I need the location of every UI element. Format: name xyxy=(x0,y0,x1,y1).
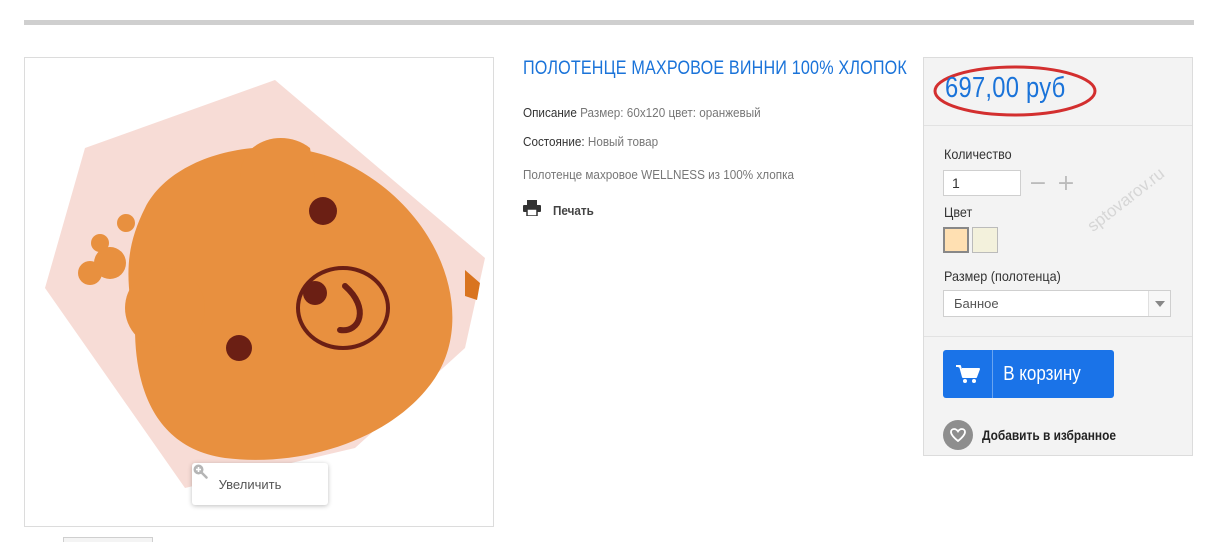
size-label: Размер (полотенца) xyxy=(944,268,1061,284)
zoom-button[interactable]: Увеличить xyxy=(192,463,328,505)
add-to-cart-label: В корзину xyxy=(1003,362,1081,385)
condition-label: Состояние: xyxy=(523,134,585,149)
quantity-input[interactable] xyxy=(943,170,1021,196)
quantity-label: Количество xyxy=(944,146,1012,162)
condition-line: Состояние: Новый товар xyxy=(523,134,658,149)
size-select[interactable]: Банное xyxy=(943,290,1171,317)
size-selected-value: Банное xyxy=(954,296,999,311)
color-label: Цвет xyxy=(944,204,973,220)
zoom-in-icon xyxy=(193,464,301,492)
product-image xyxy=(45,80,485,488)
heart-icon xyxy=(943,420,973,450)
add-to-wishlist-label: Добавить в избранное xyxy=(982,427,1117,443)
add-to-cart-button[interactable]: В корзину xyxy=(943,350,1114,398)
price: 697,00 руб xyxy=(945,72,1066,104)
chevron-down-icon xyxy=(1148,291,1170,316)
product-image-box[interactable]: Увеличить xyxy=(24,57,494,527)
description-value: Размер: 60х120 цвет: оранжевый xyxy=(576,105,761,120)
printer-icon xyxy=(523,200,541,221)
print-link[interactable]: Печать xyxy=(523,200,598,221)
add-to-wishlist-link[interactable]: Добавить в избранное xyxy=(943,420,1140,450)
cart-icon xyxy=(943,350,993,398)
thumbnail[interactable] xyxy=(63,537,153,542)
short-description: Полотенце махровое WELLNESS из 100% хлоп… xyxy=(523,167,794,182)
quantity-plus-button[interactable]: + xyxy=(1053,170,1079,196)
description-line: Описание Размер: 60х120 цвет: оранжевый xyxy=(523,105,761,120)
zoom-label: Увеличить xyxy=(218,476,282,492)
buy-panel: 697,00 руб Количество − + Цвет Размер (п… xyxy=(923,57,1193,456)
top-divider xyxy=(24,20,1194,25)
description-label: Описание xyxy=(523,105,577,120)
quantity-minus-button[interactable]: − xyxy=(1025,170,1051,196)
panel-divider xyxy=(924,336,1192,337)
color-swatch-orange[interactable] xyxy=(943,227,969,253)
color-swatch-cream[interactable] xyxy=(972,227,998,253)
print-label: Печать xyxy=(553,203,594,218)
product-title: ПОЛОТЕНЦЕ МАХРОВОЕ ВИННИ 100% ХЛОПОК xyxy=(523,58,907,79)
condition-value: Новый товар xyxy=(584,134,659,149)
price-area: 697,00 руб xyxy=(924,58,1192,126)
